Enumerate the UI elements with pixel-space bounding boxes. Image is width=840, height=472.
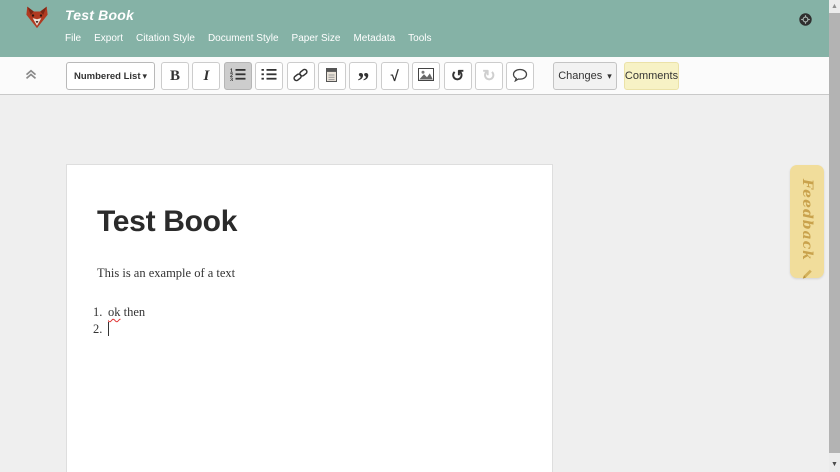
text-cursor bbox=[108, 322, 109, 336]
ordered-list-icon: 123 bbox=[230, 68, 246, 84]
list-number: 1. bbox=[93, 304, 108, 321]
math-button[interactable]: √ bbox=[381, 62, 409, 90]
fox-logo-icon[interactable] bbox=[24, 4, 50, 31]
document-heading: Test Book bbox=[97, 205, 552, 239]
scrollbar-thumb[interactable] bbox=[829, 13, 840, 453]
redo-icon: ↻ bbox=[482, 66, 495, 86]
comments-label: Comments bbox=[625, 70, 678, 82]
double-chevron-up-icon[interactable] bbox=[25, 67, 37, 79]
list-item-text: ok then bbox=[108, 304, 145, 321]
undo-button[interactable]: ↺ bbox=[444, 62, 472, 90]
changes-dropdown[interactable]: Changes ▾ bbox=[553, 62, 617, 90]
list-number: 2. bbox=[93, 321, 108, 338]
misspelled-word: ok bbox=[108, 305, 121, 319]
scroll-up-arrow-icon[interactable]: ▲ bbox=[829, 0, 840, 12]
block-format-value: Numbered List bbox=[74, 71, 141, 82]
caret-down-icon: ▾ bbox=[607, 72, 612, 81]
image-icon bbox=[418, 68, 434, 84]
undo-icon: ↺ bbox=[451, 66, 464, 86]
citation-button[interactable] bbox=[318, 62, 346, 90]
menu-export[interactable]: Export bbox=[94, 33, 123, 44]
blockquote-button[interactable]: ” bbox=[349, 62, 377, 90]
feedback-label: Feedback bbox=[799, 179, 815, 261]
gear-icon[interactable] bbox=[799, 13, 812, 26]
menu-tools[interactable]: Tools bbox=[408, 33, 431, 44]
bullet-list-icon bbox=[261, 68, 277, 84]
comments-toggle-button[interactable]: Comments bbox=[624, 62, 679, 90]
vertical-scrollbar[interactable]: ▲ ▼ bbox=[829, 0, 840, 472]
speech-bubble-icon bbox=[512, 68, 528, 85]
caret-down-icon: ▾ bbox=[142, 72, 147, 81]
menu-citation-style[interactable]: Citation Style bbox=[136, 33, 195, 44]
svg-text:3: 3 bbox=[230, 77, 233, 81]
document-editor-surface[interactable]: Test Book This is an example of a text 1… bbox=[66, 164, 553, 472]
figure-button[interactable] bbox=[412, 62, 440, 90]
scroll-down-arrow-icon[interactable]: ▼ bbox=[829, 458, 840, 470]
document-paragraph: This is an example of a text bbox=[97, 266, 552, 281]
redo-button[interactable]: ↻ bbox=[475, 62, 503, 90]
ordered-list-button[interactable]: 123 bbox=[224, 62, 252, 90]
feedback-tab[interactable]: Feedback bbox=[790, 165, 824, 278]
italic-button[interactable]: I bbox=[192, 62, 220, 90]
pencil-icon bbox=[801, 267, 814, 285]
menu-document-style[interactable]: Document Style bbox=[208, 33, 279, 44]
document-title-header: Test Book bbox=[65, 7, 134, 23]
sqrt-icon: √ bbox=[391, 68, 399, 85]
editor-toolbar: Numbered List ▾ B I 123 bbox=[0, 57, 829, 95]
bullet-list-button[interactable] bbox=[255, 62, 283, 90]
list-item: 2. bbox=[93, 321, 552, 338]
block-format-dropdown[interactable]: Numbered List ▾ bbox=[66, 62, 155, 90]
app-header: Test Book File Export Citation Style Doc… bbox=[0, 0, 829, 57]
menu-bar: File Export Citation Style Document Styl… bbox=[65, 33, 432, 44]
bold-button[interactable]: B bbox=[161, 62, 189, 90]
comment-button[interactable] bbox=[506, 62, 534, 90]
chain-link-icon bbox=[293, 68, 308, 85]
changes-label: Changes bbox=[558, 70, 602, 82]
book-page-icon bbox=[326, 68, 337, 85]
menu-paper-size[interactable]: Paper Size bbox=[292, 33, 341, 44]
menu-metadata[interactable]: Metadata bbox=[353, 33, 395, 44]
menu-file[interactable]: File bbox=[65, 33, 81, 44]
list-item: 1. ok then bbox=[93, 304, 552, 321]
link-button[interactable] bbox=[287, 62, 315, 90]
formatting-buttons: B I 123 bbox=[161, 62, 534, 90]
ordered-list: 1. ok then 2. bbox=[93, 304, 552, 338]
